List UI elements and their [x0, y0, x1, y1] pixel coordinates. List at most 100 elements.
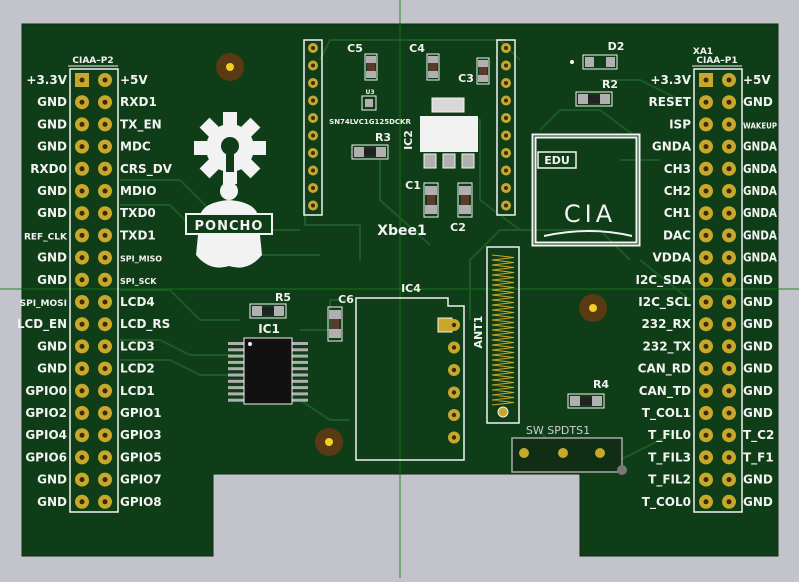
pcb-layout: CIAA–P2 +3.3V +5V GND RXD1 GND TX_EN GND MDC RXD…: [0, 0, 799, 578]
header-left-label-right-6: MDIO: [120, 184, 157, 198]
header-left-label-right-17: GPIO3: [120, 428, 162, 442]
c4-label: C4: [409, 42, 425, 55]
header-left-label-right-7: TXD0: [120, 206, 156, 220]
header-left-label-right-20: GPIO8: [120, 495, 162, 509]
header-left-label-right-11: LCD4: [120, 295, 155, 309]
header-right-label-right-10: GND: [743, 273, 773, 287]
ic1-pin-left-1: [228, 342, 246, 345]
header-right-label-right-3: WAKEUP: [743, 121, 777, 130]
header-left-label-left-19: GND: [37, 473, 67, 487]
header-left-label-right-3: TX_EN: [120, 117, 162, 132]
header-left-label-left-2: GND: [37, 95, 67, 109]
header-left-label-left-15: GPIO0: [25, 384, 67, 398]
header-left-label-left-8: REF_CLK: [24, 232, 68, 242]
header-right-label-left-8: DAC: [663, 228, 691, 242]
ic1-pin-right-10: [290, 398, 308, 402]
header-right-label-right-19: GND: [743, 473, 773, 487]
header-left-label-right-9: SPI_MISO: [120, 255, 162, 264]
header-right-label-left-16: T_COL1: [642, 406, 691, 421]
u3-part-label: SN74LVC1G125DCKR: [329, 118, 411, 126]
r3-label: R3: [375, 131, 391, 144]
header-left-label-right-12: LCD_RS: [120, 317, 170, 332]
ic1-pin-right-7: [290, 379, 308, 383]
header-right-label-right-11: GND: [743, 295, 773, 309]
header-right-label-right-20: GND: [743, 495, 773, 509]
ic1-pin-right-8: [290, 386, 308, 390]
header-left-label-left-7: GND: [37, 206, 67, 220]
header-right-label-left-15: CAN_TD: [639, 384, 691, 399]
header-left-label-right-4: MDC: [120, 140, 151, 154]
header-left-label-right-16: GPIO1: [120, 406, 162, 420]
header-right-label-left-3: ISP: [669, 117, 691, 131]
mounting-hole-1: [216, 53, 244, 81]
header-right-label-left-14: CAN_RD: [638, 362, 691, 377]
sw-label: SW SPDTS1: [526, 424, 590, 437]
poncho-label: PONCHO: [195, 219, 264, 234]
header-left-label-left-16: GPIO2: [25, 406, 67, 420]
ic1-pin-right-5: [290, 367, 308, 371]
ic1-pin-left-10: [228, 398, 246, 402]
ic1-pin-right-3: [290, 354, 308, 358]
header-right-label-left-7: CH1: [664, 206, 691, 220]
header-right-label-left-19: T_FIL2: [648, 473, 691, 488]
header-right-label-right-16: GND: [743, 406, 773, 420]
header-left-title: CIAA–P2: [72, 56, 113, 66]
header-right-label-left-17: T_FIL0: [648, 428, 691, 443]
header-right-label-left-18: T_FIL3: [648, 450, 691, 465]
header-left-label-left-1: +3.3V: [26, 73, 67, 87]
header-right-label-right-12: GND: [743, 317, 773, 331]
header-right-label-left-12: 232_RX: [641, 317, 691, 332]
mounting-hole-2: [579, 294, 607, 322]
u3-label: U3: [365, 89, 374, 96]
header-left-label-left-4: GND: [37, 140, 67, 154]
header-left-label-right-10: SPI_SCK: [120, 277, 157, 286]
header-left-label-left-3: GND: [37, 117, 67, 131]
ic1-pin-right-1: [290, 342, 308, 345]
header-right-label-left-13: 232_TX: [643, 339, 692, 354]
ic1-pin-left-9: [228, 392, 246, 396]
r5-label: R5: [275, 291, 291, 304]
ic2-label: IC2: [402, 130, 415, 150]
ic1-pin-right-4: [290, 360, 308, 364]
ic1-pin-left-8: [228, 386, 246, 390]
header-right-label-right-15: GND: [743, 384, 773, 398]
d2-label: D2: [608, 40, 625, 53]
header-right-label-right-18: T_F1: [743, 450, 774, 465]
ant1-label: ANT1: [472, 316, 485, 349]
header-right-label-right-1: +5V: [743, 73, 771, 87]
header-right-label-right-17: T_C2: [743, 428, 774, 443]
header-right-title: CIAA–P1: [696, 56, 737, 66]
c1-label: C1: [405, 179, 421, 192]
header-right-label-left-10: I2C_SDA: [635, 273, 691, 288]
ic1-pin-right-6: [290, 373, 308, 377]
ic1-pin-left-6: [228, 373, 246, 377]
header-left-label-right-13: LCD3: [120, 339, 155, 353]
header-right-label-left-20: T_COL0: [642, 495, 691, 510]
header-left-label-left-12: LCD_EN: [17, 317, 67, 332]
ic1-label: IC1: [258, 322, 280, 336]
edu-label: EDU: [544, 154, 570, 167]
header-left-label-left-13: GND: [37, 339, 67, 353]
ic4-label: IC4: [401, 282, 421, 295]
ic1-pin-left-3: [228, 354, 246, 358]
header-right-label-right-8: GNDA: [743, 228, 778, 242]
header-left-label-right-19: GPIO7: [120, 473, 162, 487]
c3-label: C3: [458, 72, 474, 85]
cia-label: CIA: [564, 200, 616, 228]
header-left-label-left-20: GND: [37, 495, 67, 509]
header-right-label-left-2: RESET: [649, 95, 692, 109]
header-right-label-left-9: VDDA: [653, 251, 692, 265]
header-left-label-left-5: RXD0: [30, 162, 67, 176]
r2-label: R2: [602, 78, 618, 91]
ic1-pin-left-7: [228, 379, 246, 383]
header-left-label-left-11: SPI_MOSI: [20, 299, 67, 309]
ic1-pin-left-2: [228, 348, 246, 352]
header-right-label-left-11: I2C_SCL: [638, 295, 691, 310]
ic1-pin-right-9: [290, 392, 308, 396]
header-left-label-left-9: GND: [37, 251, 67, 265]
header-left-label-right-14: LCD2: [120, 362, 155, 376]
header-right-label-right-14: GND: [743, 362, 773, 376]
header-right-label-right-13: GND: [743, 339, 773, 353]
r4-label: R4: [593, 378, 609, 391]
header-right-label-left-5: CH3: [664, 162, 691, 176]
